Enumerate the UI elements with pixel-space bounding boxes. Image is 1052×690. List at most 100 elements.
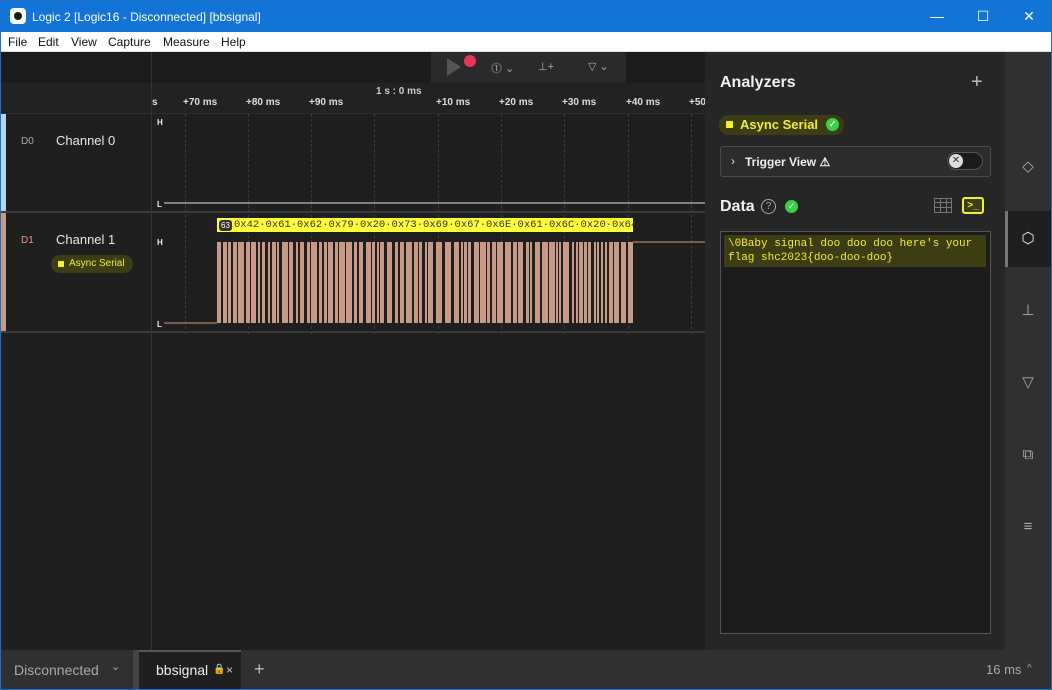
signal-low-gap — [422, 242, 425, 323]
channel-row-d0[interactable]: D0 Channel 0 H L — [1, 114, 705, 213]
menu-bar: File Edit View Capture Measure Help — [1, 32, 1051, 52]
side-icon-rail: ◇ ⬡ ⊥ ▽ ⧉ ≡ — [1005, 52, 1051, 650]
signal-low-gap — [317, 242, 319, 323]
menu-measure[interactable]: Measure — [163, 35, 210, 49]
trigger-view-toggle[interactable]: ✕ — [947, 152, 983, 170]
analyzer-name: Async Serial — [740, 117, 819, 132]
timing-markers-icon[interactable]: ⊥ — [1005, 283, 1051, 339]
signal-low-gap — [517, 242, 518, 323]
signal-low-gap — [227, 242, 228, 323]
chevron-right-icon[interactable]: › — [731, 154, 735, 168]
signal-low-gap — [279, 242, 282, 323]
terminal-view-icon[interactable]: >_ — [962, 197, 984, 214]
lock-icon: 🔒 — [213, 664, 226, 675]
signal-low-gap — [412, 242, 414, 323]
help-icon[interactable]: ? — [761, 199, 776, 214]
signal-low-gap — [265, 242, 268, 323]
close-window-button[interactable]: ✕ — [1006, 1, 1051, 32]
maximize-button[interactable]: ☐ — [960, 1, 1006, 32]
signal-low-gap — [398, 242, 400, 323]
ruler-tick: +70 ms — [183, 97, 218, 108]
new-tab-button[interactable]: + — [254, 659, 265, 680]
analyzer-tool-icon[interactable]: ⓵ ⌄ — [491, 60, 514, 76]
signal-low-gap — [270, 242, 272, 323]
menu-view[interactable]: View — [71, 35, 97, 49]
bottom-bar: Disconnected ⌄ bbsignal 🔒 × + 16 ms ^ — [1, 650, 1051, 689]
signal-low-gap — [558, 242, 559, 323]
waveform-area[interactable]: ⓵ ⌄ ⊥+ ▽ ⌄ 1 s : 0 ms s +70 ms +80 ms +9… — [1, 52, 706, 650]
signal-low-gap — [442, 242, 445, 323]
channel-name[interactable]: Channel 1 — [56, 232, 115, 247]
minimize-button[interactable]: — — [914, 1, 960, 32]
signal-low-gap — [244, 242, 246, 323]
trigger-view-label: Trigger View ⚠ — [745, 155, 831, 169]
signal-low-gap — [467, 242, 468, 323]
signal-low-gap — [260, 242, 262, 323]
signal-low-gap — [338, 242, 339, 323]
signal-low-gap — [503, 242, 505, 323]
channel-name[interactable]: Channel 0 — [56, 133, 115, 148]
trigger-icon[interactable]: ▽ — [1005, 355, 1051, 411]
signal-low-gap — [276, 242, 277, 323]
check-icon: ✓ — [826, 118, 840, 131]
signal-low-gap — [599, 242, 601, 323]
zoom-level[interactable]: 16 ms — [986, 662, 1021, 677]
connection-status[interactable]: Disconnected — [14, 662, 99, 678]
signal-low-gap — [357, 242, 359, 323]
signal-low-gap — [490, 242, 492, 323]
time-ruler[interactable]: 1 s : 0 ms s +70 ms +80 ms +90 ms +10 ms… — [1, 83, 706, 114]
signal-low-gap — [523, 242, 526, 323]
close-tab-icon[interactable]: × — [226, 663, 233, 677]
label-column-divider[interactable] — [151, 52, 152, 650]
session-tab-label: bbsignal — [156, 662, 209, 678]
ruler-tick: +20 ms — [499, 97, 534, 108]
signal-low-gap — [333, 242, 335, 323]
extensions-icon[interactable]: ⧉ — [1005, 427, 1051, 483]
analyzer-entry[interactable]: Async Serial ✓ — [719, 115, 845, 135]
check-icon: ✓ — [785, 200, 798, 213]
chevron-up-icon[interactable]: ^ — [1027, 663, 1032, 674]
signal-low-gap — [587, 242, 588, 323]
trigger-view-row[interactable]: › Trigger View ⚠ ✕ — [720, 146, 991, 177]
layers-icon[interactable]: ◇ — [1005, 139, 1051, 195]
menu-edit[interactable]: Edit — [38, 35, 59, 49]
menu-help[interactable]: Help — [221, 35, 246, 49]
data-title: Data — [720, 198, 755, 215]
timing-marker-tool-icon[interactable]: ⊥+ — [538, 60, 554, 73]
terminal-output[interactable]: \0Baby signal doo doo doo here's your fl… — [720, 231, 991, 634]
ruler-tick: +40 ms — [626, 97, 661, 108]
menu-capture[interactable]: Capture — [108, 35, 151, 49]
async-serial-badge[interactable]: Async Serial — [51, 255, 133, 273]
signal-low-gap — [603, 242, 605, 323]
channel-row-d1[interactable]: D1 Channel 1 Async Serial H L 0x42·0x61·… — [1, 213, 705, 333]
trigger-tool-icon[interactable]: ▽ ⌄ — [588, 60, 609, 73]
table-view-icon[interactable] — [934, 198, 952, 213]
ruler-tick: +80 ms — [246, 97, 281, 108]
session-tab[interactable]: bbsignal 🔒 × — [139, 650, 241, 689]
signal-low-gap — [596, 242, 597, 323]
decoded-bytes-bar[interactable]: 0x42·0x61·0x62·0x79·0x20·0x73·0x69·0x67·… — [217, 218, 633, 232]
panel-title: Analyzers — [720, 74, 796, 91]
ruler-tick: s — [152, 97, 158, 108]
signal-low-gap — [375, 242, 377, 323]
chevron-down-icon[interactable]: ⌄ — [111, 660, 120, 673]
menu-file[interactable]: File — [8, 35, 27, 49]
terminal-text: \0Baby signal doo doo doo here's your fl… — [724, 235, 986, 267]
signal-low-gap — [256, 242, 258, 323]
signal-low-gap — [298, 242, 300, 323]
signal-low-gap — [392, 242, 395, 323]
signal-low-gap — [555, 242, 556, 323]
add-analyzer-button[interactable]: + — [971, 71, 983, 94]
ruler-tick: +30 ms — [562, 97, 597, 108]
signal-low-gap — [293, 242, 296, 323]
signal-low-gap — [221, 242, 223, 323]
signal-low-gap — [404, 242, 406, 323]
signal-low-gap — [371, 242, 372, 323]
analyzers-icon[interactable]: ⬡ — [1005, 211, 1051, 267]
app-window: Logic 2 [Logic16 - Disconnected] [bbsign… — [0, 0, 1052, 690]
analyzers-panel: Analyzers + Async Serial ✓ › Trigger Vie… — [705, 52, 1005, 650]
signal-low-gap — [569, 242, 572, 323]
start-capture-button[interactable] — [447, 58, 461, 76]
notes-icon[interactable]: ≡ — [1005, 499, 1051, 555]
signal-low-gap — [496, 242, 497, 323]
